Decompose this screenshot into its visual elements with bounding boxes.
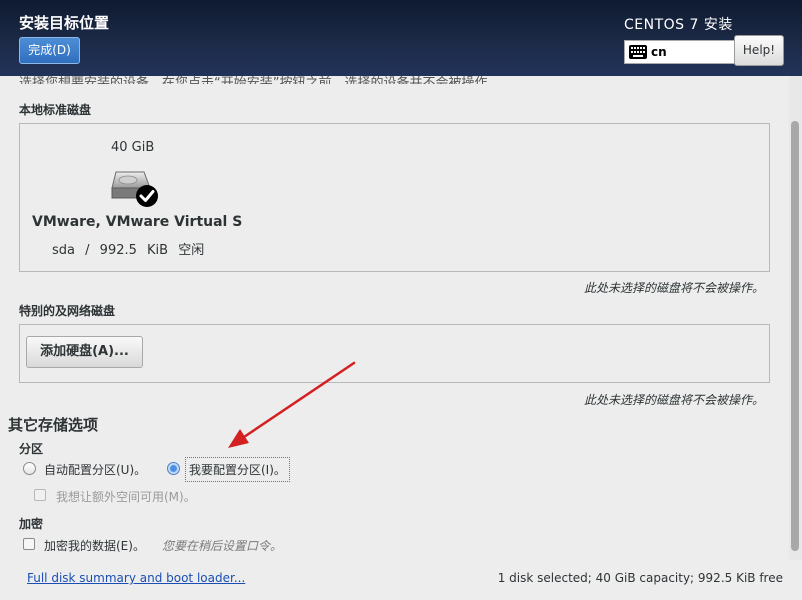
help-button[interactable]: Help! <box>734 35 784 66</box>
manual-partition-radio[interactable] <box>167 462 180 475</box>
local-disks-note: 此处未选择的磁盘将不会被操作。 <box>583 281 764 295</box>
special-disks-label: 特别的及网络磁盘 <box>19 304 116 318</box>
extra-space-label[interactable]: 我想让额外空间可用(M)。 <box>56 488 196 505</box>
special-disks-note: 此处未选择的磁盘将不会被操作。 <box>583 393 764 407</box>
keyboard-icon <box>629 45 647 59</box>
manual-partition-label[interactable]: 我要配置分区(I)。 <box>185 457 290 482</box>
disk-status-summary: 1 disk selected; 40 GiB capacity; 992.5 … <box>497 571 783 585</box>
intro-text: 选择您想要安装的设备。在您点击“开始安装”按钮之前，选择的设备并不会被操作。 <box>19 76 501 84</box>
disk-info-separator: / <box>85 243 90 258</box>
scrollbar[interactable] <box>789 76 802 560</box>
disk-free-space: 992.5 KiB 空闲 <box>99 243 205 258</box>
disk-summary-link[interactable]: Full disk summary and boot loader... <box>27 571 245 585</box>
scrollbar-thumb[interactable] <box>791 121 799 551</box>
add-disk-button[interactable]: 添加硬盘(A)... <box>26 336 143 368</box>
encrypt-label[interactable]: 加密我的数据(E)。 <box>44 537 145 554</box>
disk-name: VMware, VMware Virtual S <box>32 214 243 230</box>
partitioning-label: 分区 <box>19 442 44 456</box>
disk-info: sda / 992.5 KiB 空闲 <box>52 239 204 258</box>
encryption-label: 加密 <box>19 517 44 531</box>
page-title: 安装目标位置 <box>19 14 110 32</box>
header-bar: 安装目标位置 完成(D) CENTOS 7 安装 cn Help! <box>0 0 802 76</box>
keyboard-layout-indicator[interactable]: cn <box>624 40 735 64</box>
extra-space-checkbox[interactable] <box>34 489 46 501</box>
other-storage-options-title: 其它存储选项 <box>8 416 99 434</box>
encryption-hint: 您要在稍后设置口令。 <box>162 539 283 553</box>
product-title: CENTOS 7 安装 <box>624 17 733 33</box>
hard-disk-selected-icon <box>111 171 158 207</box>
local-disks-label: 本地标准磁盘 <box>19 103 92 117</box>
auto-partition-radio[interactable] <box>23 462 36 475</box>
done-button[interactable]: 完成(D) <box>19 37 80 64</box>
red-annotation-arrow <box>228 361 356 448</box>
keyboard-layout-label: cn <box>651 45 667 59</box>
disk-size: 40 GiB <box>111 140 155 155</box>
auto-partition-label[interactable]: 自动配置分区(U)。 <box>44 461 146 478</box>
disk-device: sda <box>52 243 75 258</box>
encrypt-checkbox[interactable] <box>23 538 35 550</box>
